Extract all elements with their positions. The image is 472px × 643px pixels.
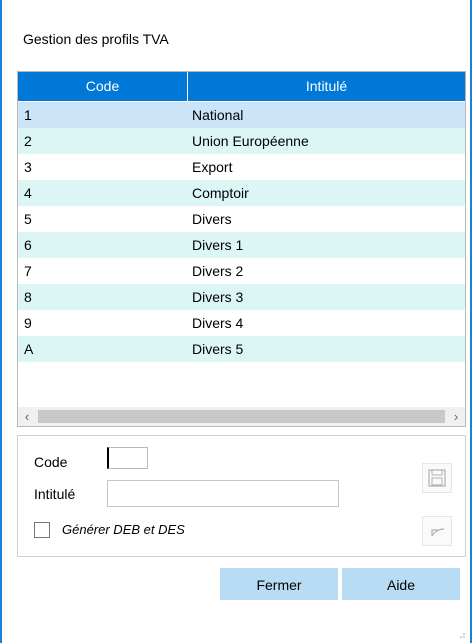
cell-intitule: Comptoir: [192, 185, 249, 201]
intitule-input[interactable]: [107, 480, 339, 507]
save-icon: [428, 469, 446, 487]
table-row[interactable]: 5 Divers: [18, 206, 465, 232]
table-row[interactable]: 3 Export: [18, 154, 465, 180]
cell-intitule: Union Européenne: [192, 133, 309, 149]
cell-code: 3: [24, 159, 32, 175]
cell-intitule: Divers 2: [192, 263, 244, 279]
code-input[interactable]: [107, 447, 148, 469]
scroll-right-icon[interactable]: ›: [447, 407, 465, 426]
cell-code: A: [24, 341, 34, 357]
close-button[interactable]: Fermer: [220, 568, 338, 600]
cell-code: 1: [24, 107, 32, 123]
table-row[interactable]: 6 Divers 1: [18, 232, 465, 258]
cell-code: 2: [24, 133, 32, 149]
table-header: Code Intitulé: [18, 72, 465, 101]
help-button[interactable]: Aide: [342, 568, 460, 600]
undo-button[interactable]: [422, 516, 452, 546]
cell-code: 4: [24, 185, 32, 201]
cell-code: 5: [24, 211, 32, 227]
cell-code: 7: [24, 263, 32, 279]
save-button[interactable]: [422, 463, 452, 493]
undo-icon: [431, 528, 445, 537]
table-body: 1 National 2 Union Européenne 3 Export 4…: [18, 102, 465, 362]
table-row[interactable]: A Divers 5: [18, 336, 465, 362]
profiles-table[interactable]: Code Intitulé 1 National 2 Union Europée…: [17, 71, 466, 427]
scrollbar-thumb[interactable]: [38, 410, 445, 423]
cell-code: 9: [24, 315, 32, 331]
column-header-code[interactable]: Code: [18, 72, 188, 101]
cell-intitule: Divers 4: [192, 315, 244, 331]
cell-intitule: Export: [192, 159, 233, 175]
window-title: Gestion des profils TVA: [23, 31, 169, 47]
edit-form: Code Intitulé Générer DEB et DES: [17, 435, 466, 557]
column-header-intitule[interactable]: Intitulé: [188, 72, 465, 101]
window-frame-left: [0, 0, 2, 643]
table-row[interactable]: 4 Comptoir: [18, 180, 465, 206]
generate-deb-des-label[interactable]: Générer DEB et DES: [62, 522, 185, 537]
generate-deb-des-checkbox[interactable]: [34, 522, 50, 538]
cell-intitule: National: [192, 107, 244, 123]
cell-code: 8: [24, 289, 32, 305]
cell-intitule: Divers 1: [192, 237, 244, 253]
cell-intitule: Divers 5: [192, 341, 244, 357]
resize-grip-icon[interactable]: [456, 629, 466, 639]
cell-intitule: Divers 3: [192, 289, 244, 305]
intitule-label: Intitulé: [34, 486, 76, 502]
cell-intitule: Divers: [192, 211, 232, 227]
table-row[interactable]: 7 Divers 2: [18, 258, 465, 284]
horizontal-scrollbar[interactable]: ‹ ›: [18, 407, 465, 426]
table-row[interactable]: 8 Divers 3: [18, 284, 465, 310]
cell-code: 6: [24, 237, 32, 253]
scroll-left-icon[interactable]: ‹: [18, 407, 36, 426]
table-row[interactable]: 2 Union Européenne: [18, 128, 465, 154]
table-row[interactable]: 1 National: [18, 102, 465, 128]
table-row[interactable]: 9 Divers 4: [18, 310, 465, 336]
code-label: Code: [34, 454, 68, 470]
